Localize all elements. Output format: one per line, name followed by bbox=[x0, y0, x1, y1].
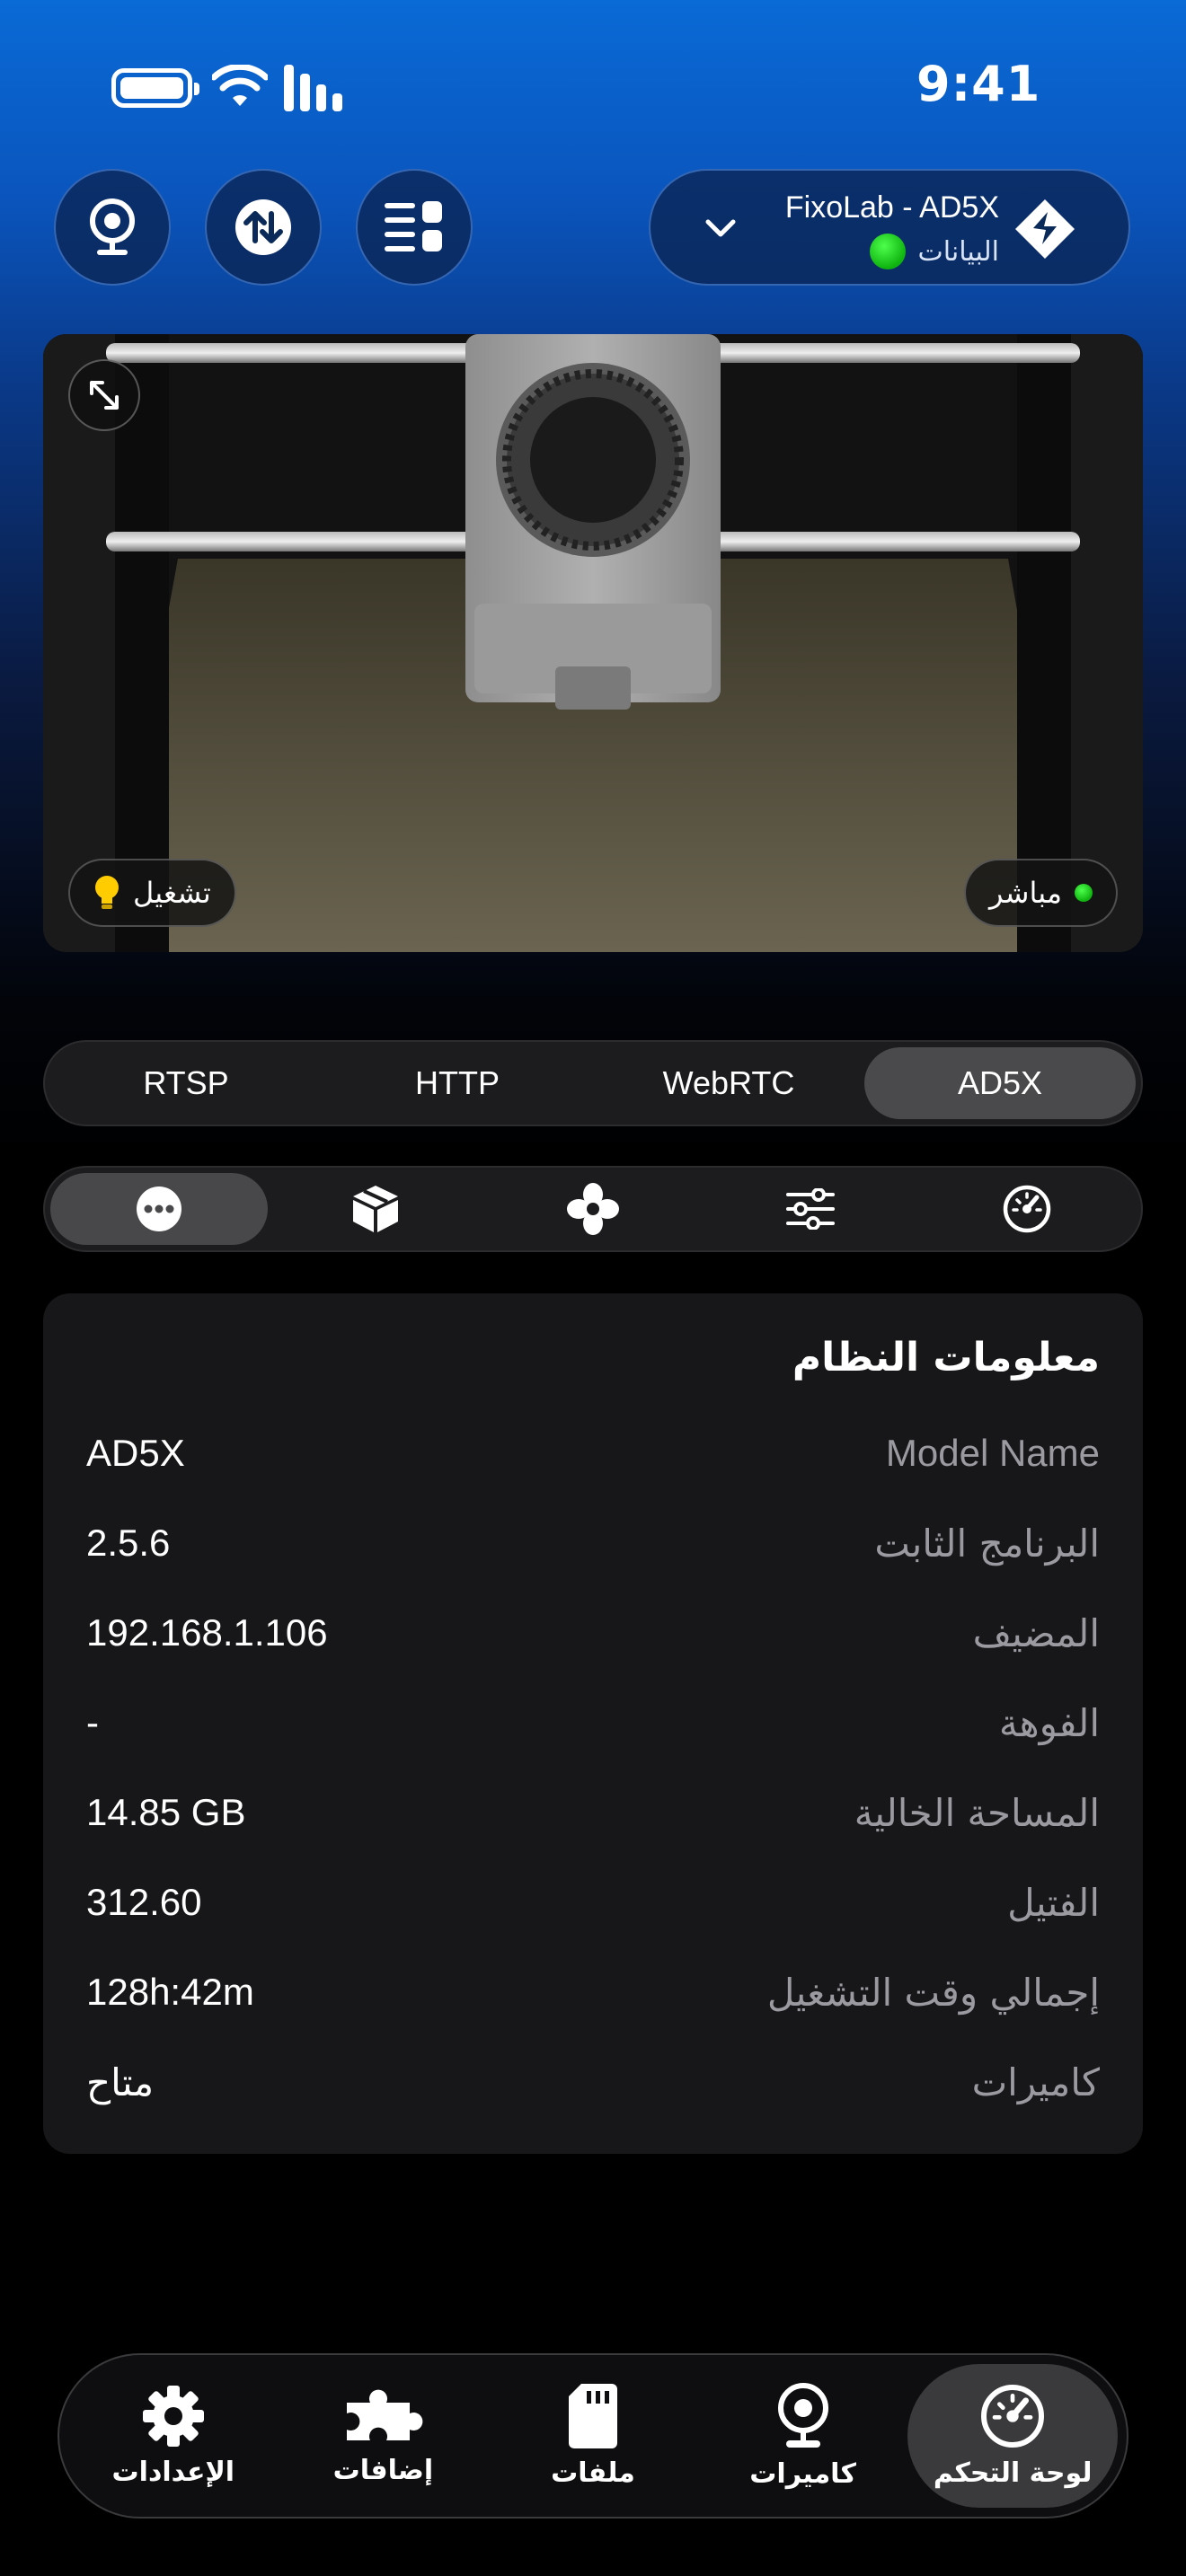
transfer-icon bbox=[235, 199, 291, 255]
system-info-card: معلومات النظام AD5X Model Name 2.5.6 الب… bbox=[43, 1293, 1143, 2154]
live-badge: مباشر bbox=[963, 859, 1118, 927]
webcam-icon bbox=[777, 2382, 828, 2448]
bottom-nav: الإعدادات إضافات ملفات كاميرات لوحة التح… bbox=[58, 2353, 1128, 2519]
printer-selector[interactable]: FixoLab - AD5X البيانات bbox=[649, 169, 1130, 286]
nav-settings[interactable]: الإعدادات bbox=[68, 2364, 279, 2508]
info-row: 2.5.6 البرنامج الثابت bbox=[86, 1498, 1100, 1588]
info-value: 14.85 GB bbox=[86, 1791, 246, 1833]
nav-files[interactable]: ملفات bbox=[488, 2364, 698, 2508]
info-row: AD5X Model Name bbox=[86, 1408, 1100, 1498]
light-label: تشغيل bbox=[133, 876, 211, 910]
tab-more[interactable] bbox=[50, 1173, 268, 1245]
sdcard-icon bbox=[568, 2383, 617, 2448]
control-tabs bbox=[43, 1166, 1143, 1252]
sliders-icon bbox=[785, 1188, 835, 1230]
nav-plugins[interactable]: إضافات bbox=[279, 2364, 489, 2508]
nav-cameras-label: كاميرات bbox=[749, 2457, 856, 2490]
layout-button[interactable] bbox=[356, 169, 473, 286]
nav-dashboard[interactable]: لوحة التحكم bbox=[907, 2364, 1118, 2508]
card-title: معلومات النظام bbox=[792, 1335, 1100, 1381]
status-time: 9:41 bbox=[916, 56, 1041, 112]
tab-fan[interactable] bbox=[484, 1173, 702, 1245]
info-value: 2.5.6 bbox=[86, 1522, 171, 1564]
source-tab-ad5x[interactable]: AD5X bbox=[864, 1047, 1136, 1119]
live-label: مباشر bbox=[988, 876, 1062, 910]
printer-status-label: البيانات bbox=[917, 235, 999, 268]
live-dot bbox=[1075, 884, 1093, 902]
online-dot bbox=[869, 234, 906, 269]
puzzle-icon bbox=[347, 2389, 423, 2440]
source-tab-rtsp[interactable]: RTSP bbox=[50, 1047, 322, 1119]
signal-icon bbox=[284, 65, 342, 111]
info-value: AD5X bbox=[86, 1432, 185, 1474]
nav-cameras[interactable]: كاميرات bbox=[698, 2364, 908, 2508]
info-row: - الفوهة bbox=[86, 1678, 1100, 1768]
nav-settings-label: الإعدادات bbox=[111, 2456, 235, 2488]
info-value: - bbox=[86, 1701, 99, 1743]
source-tab-http[interactable]: HTTP bbox=[322, 1047, 593, 1119]
fan-icon bbox=[566, 1183, 619, 1235]
info-value: 312.60 bbox=[86, 1881, 202, 1923]
gauge-icon bbox=[981, 2384, 1045, 2448]
webcam-button[interactable] bbox=[54, 169, 171, 286]
info-label: الفوهة bbox=[998, 1700, 1100, 1745]
chevron-down-icon bbox=[705, 219, 736, 237]
nav-dashboard-label: لوحة التحكم bbox=[933, 2457, 1093, 2489]
camera-source-tabs: RTSP HTTP WebRTC AD5X bbox=[43, 1040, 1143, 1126]
info-label: الفتيل bbox=[1007, 1880, 1100, 1925]
info-value: 192.168.1.106 bbox=[86, 1611, 328, 1654]
printer-status: البيانات bbox=[869, 234, 999, 269]
more-icon bbox=[136, 1187, 181, 1231]
bulb-icon bbox=[95, 876, 119, 909]
info-label: Model Name bbox=[885, 1432, 1100, 1474]
source-tab-webrtc[interactable]: WebRTC bbox=[593, 1047, 864, 1119]
tab-dashboard[interactable] bbox=[918, 1173, 1136, 1245]
info-row: 192.168.1.106 المضيف bbox=[86, 1588, 1100, 1678]
fullscreen-button[interactable] bbox=[68, 359, 140, 431]
info-label: كاميرات bbox=[971, 2060, 1100, 2104]
info-row: متاح كاميرات bbox=[86, 2037, 1100, 2127]
nav-files-label: ملفات bbox=[551, 2457, 635, 2489]
tab-adjust[interactable] bbox=[702, 1173, 919, 1245]
nav-plugins-label: إضافات bbox=[332, 2454, 434, 2486]
camera-feed[interactable]: تشغيل مباشر bbox=[43, 334, 1143, 952]
info-label: المضيف bbox=[972, 1610, 1100, 1655]
info-label: المساحة الخالية bbox=[854, 1790, 1100, 1835]
box-icon bbox=[353, 1186, 399, 1232]
info-row: 312.60 الفتيل bbox=[86, 1857, 1100, 1947]
webcam-icon bbox=[90, 198, 135, 255]
info-value: متاح bbox=[86, 2060, 155, 2104]
info-value: 128h:42m bbox=[86, 1971, 254, 2013]
printer-name: FixoLab - AD5X bbox=[784, 190, 999, 225]
transfer-button[interactable] bbox=[205, 169, 322, 286]
light-toggle[interactable]: تشغيل bbox=[68, 859, 236, 927]
battery-icon bbox=[111, 68, 199, 108]
layout-icon bbox=[385, 201, 442, 251]
gauge-icon bbox=[1003, 1185, 1051, 1233]
info-row: 128h:42m إجمالي وقت التشغيل bbox=[86, 1947, 1100, 2037]
printer-logo-icon bbox=[1015, 199, 1075, 259]
expand-icon bbox=[90, 381, 119, 410]
wifi-icon bbox=[212, 65, 268, 106]
tab-filament[interactable] bbox=[268, 1173, 485, 1245]
info-label: إجمالي وقت التشغيل bbox=[766, 1970, 1100, 2015]
info-row: 14.85 GB المساحة الخالية bbox=[86, 1768, 1100, 1857]
info-label: البرنامج الثابت bbox=[874, 1521, 1100, 1566]
gear-icon bbox=[142, 2385, 204, 2447]
